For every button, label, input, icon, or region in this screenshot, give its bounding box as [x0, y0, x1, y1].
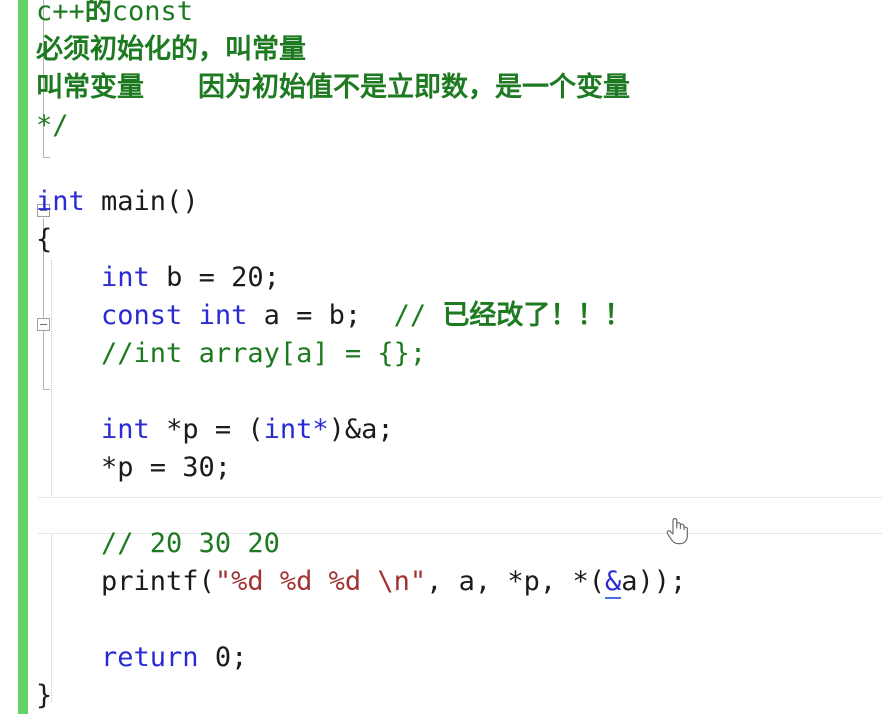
- code-token-kw: int: [101, 414, 150, 445]
- code-line-text: }: [0, 677, 52, 715]
- code-line-text: int *p = (int*)&a;: [0, 411, 394, 449]
- code-line-text: const int a = b; // 已经改了！！！: [0, 297, 631, 335]
- code-token-plain: *p = (: [149, 414, 264, 445]
- code-token-cjk-cmt: 必须初始化的，叫常量: [36, 34, 306, 65]
- code-token-str: "%d %d %d \n": [214, 566, 427, 597]
- code-line-text: int main(): [0, 183, 199, 221]
- code-token-plain: printf(: [36, 566, 215, 597]
- code-token-plain: a));: [621, 566, 687, 597]
- code-line[interactable]: int b = 20;: [0, 259, 882, 297]
- code-line-text: *p = 30;: [0, 449, 231, 487]
- code-line[interactable]: const int a = b; // 已经改了！！！: [0, 297, 882, 335]
- code-token-cjk-cmt: 已经改了！！！: [442, 300, 632, 331]
- code-token-cjk-cmt: 叫常变量 因为初始值不是立即数，是一个变量: [36, 72, 630, 103]
- code-line-text: 必须初始化的，叫常量: [0, 31, 306, 69]
- code-line[interactable]: printf("%d %d %d \n", a, *p, *(&a));: [0, 563, 882, 601]
- code-line[interactable]: */: [0, 107, 882, 145]
- code-line[interactable]: int *p = (int*)&a;: [0, 411, 882, 449]
- code-token-cmt: const: [111, 0, 194, 27]
- code-token-plain: {: [36, 224, 53, 255]
- code-token-plain: b = 20;: [149, 262, 280, 293]
- code-line[interactable]: int main(): [0, 183, 882, 221]
- code-token-plain: a = b;: [247, 300, 394, 331]
- code-token-cmt: //int array[a] = {};: [101, 338, 427, 369]
- code-line[interactable]: [0, 487, 882, 525]
- code-token-cmt: c++: [36, 0, 85, 27]
- code-line-text: c++的const: [0, 0, 193, 31]
- code-line[interactable]: [0, 145, 882, 183]
- code-line[interactable]: [0, 373, 882, 411]
- code-line-text: int b = 20;: [0, 259, 280, 297]
- code-token-kw: int: [101, 262, 150, 293]
- code-line-text: return 0;: [0, 639, 247, 677]
- code-line[interactable]: {: [0, 221, 882, 259]
- code-line-text: */: [0, 107, 69, 145]
- code-line-text: //int array[a] = {};: [0, 335, 426, 373]
- code-token-plain: )&a;: [328, 414, 394, 445]
- code-token-plain: *p = 30;: [36, 452, 232, 483]
- code-token-plain: 0;: [198, 642, 248, 673]
- code-token-cmt: // 20 30 20: [101, 528, 280, 559]
- code-token-kw: *: [312, 414, 329, 445]
- code-line[interactable]: 必须初始化的，叫常量: [0, 31, 882, 69]
- code-token-cmt: //: [393, 300, 443, 331]
- code-line[interactable]: }: [0, 677, 882, 715]
- code-line[interactable]: c++的const: [0, 0, 882, 31]
- code-token-cjk-cmt: 的: [84, 0, 112, 27]
- code-lines[interactable]: c++的const 必须初始化的，叫常量 叫常变量 因为初始值不是立即数，是一个变量…: [0, 0, 882, 714]
- code-token-ref: &: [604, 566, 622, 599]
- code-line[interactable]: //int array[a] = {};: [0, 335, 882, 373]
- code-line[interactable]: // 20 30 20: [0, 525, 882, 563]
- code-line[interactable]: [0, 601, 882, 639]
- code-token-kw: const int: [101, 300, 248, 331]
- code-token-plain: }: [36, 680, 53, 711]
- code-token-plain: , a, *p, *(: [426, 566, 605, 597]
- code-line-text: 叫常变量 因为初始值不是立即数，是一个变量: [0, 69, 630, 107]
- code-line[interactable]: 叫常变量 因为初始值不是立即数，是一个变量: [0, 69, 882, 107]
- code-line[interactable]: *p = 30;: [0, 449, 882, 487]
- code-token-kw: return: [101, 642, 199, 673]
- code-token-plain: main(): [84, 186, 199, 217]
- code-editor[interactable]: c++的const 必须初始化的，叫常量 叫常变量 因为初始值不是立即数，是一个变量…: [0, 0, 882, 714]
- code-token-kw: int: [263, 414, 313, 445]
- code-token-cmt: */: [36, 110, 69, 141]
- code-line-text: // 20 30 20: [0, 525, 280, 563]
- code-line-text: printf("%d %d %d \n", a, *p, *(&a));: [0, 563, 686, 601]
- code-line-text: {: [0, 221, 52, 259]
- code-line[interactable]: return 0;: [0, 639, 882, 677]
- code-token-kw: int: [36, 186, 85, 217]
